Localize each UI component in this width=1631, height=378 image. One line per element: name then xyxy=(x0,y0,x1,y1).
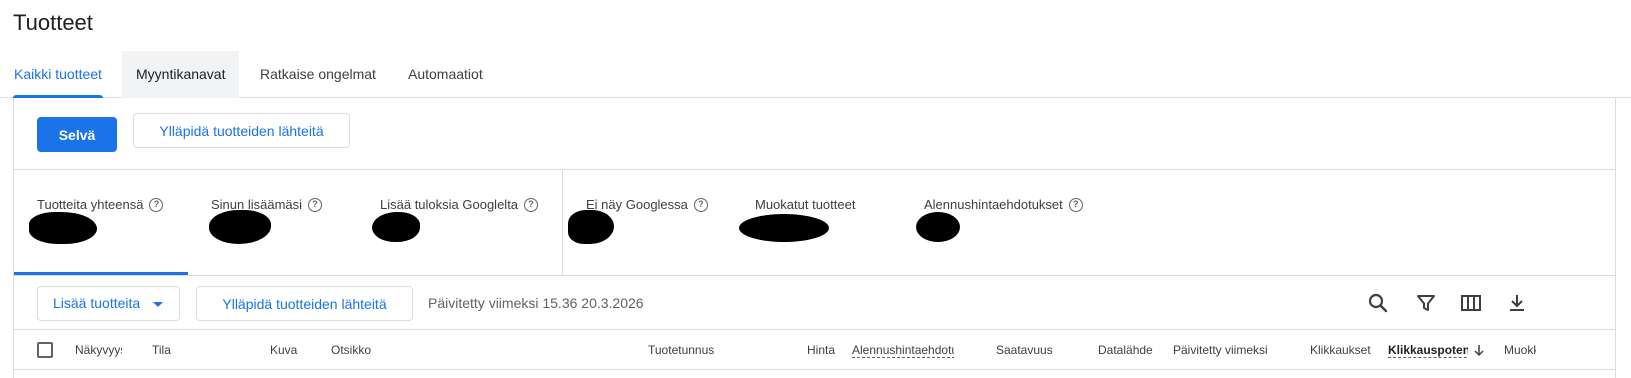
select-all-checkbox[interactable] xyxy=(37,342,53,358)
add-products-dropdown[interactable]: Lisää tuotteita xyxy=(37,286,180,321)
column-edit[interactable]: Muokkaa xyxy=(1504,330,1536,370)
products-toolbar: Lisää tuotteita Ylläpidä tuotteiden läht… xyxy=(14,276,1615,330)
stats-row: Tuotteita yhteensä ? Sinun lisäämäsi ? L… xyxy=(14,170,1615,276)
stat-discount-suggestions[interactable]: Alennushintaehdotukset ? xyxy=(916,170,1094,276)
stat-label: Alennushintaehdotukset xyxy=(924,197,1063,212)
stat-total-products[interactable]: Tuotteita yhteensä ? xyxy=(29,170,187,276)
column-status[interactable]: Tila xyxy=(152,330,212,370)
stat-label: Lisää tuloksia Googlelta xyxy=(380,197,519,212)
stat-added-by-you[interactable]: Sinun lisäämäsi ? xyxy=(209,170,361,276)
column-discount-suggestions[interactable]: Alennushintaehdotukset xyxy=(852,330,954,370)
column-product-id[interactable]: Tuotetunnus xyxy=(648,330,738,370)
help-icon[interactable]: ? xyxy=(149,197,164,212)
tab-fix-issues[interactable]: Ratkaise ongelmat xyxy=(246,51,390,98)
stat-label: Tuotteita yhteensä xyxy=(37,197,144,212)
got-it-button[interactable]: Selvä xyxy=(37,117,117,152)
tab-automations[interactable]: Automaatiot xyxy=(394,51,497,98)
help-icon[interactable]: ? xyxy=(693,197,708,212)
help-icon[interactable]: ? xyxy=(308,197,323,212)
stat-edited-products[interactable]: Muokatut tuotteet xyxy=(739,170,895,276)
stat-label: Sinun lisäämäsi xyxy=(211,197,303,212)
column-visibility[interactable]: Näkyvyys xyxy=(75,330,122,370)
last-updated-text: Päivitetty viimeksi 15.36 20.3.2026 xyxy=(428,295,644,311)
redacted-value xyxy=(209,210,271,244)
redacted-value xyxy=(372,212,420,242)
help-icon[interactable]: ? xyxy=(1068,197,1083,212)
redacted-value xyxy=(29,212,97,244)
column-clicks[interactable]: Klikkaukset xyxy=(1310,330,1380,370)
column-last-updated[interactable]: Päivitetty viimeksi xyxy=(1173,330,1293,370)
products-panel: Selvä Ylläpidä tuotteiden lähteitä Tuott… xyxy=(13,98,1616,378)
top-actions: Selvä Ylläpidä tuotteiden lähteitä xyxy=(14,98,1615,170)
redacted-value xyxy=(916,212,960,242)
stat-label: Ei näy Googlessa xyxy=(586,197,688,212)
add-products-label: Lisää tuotteita xyxy=(53,295,141,311)
redacted-value xyxy=(739,214,829,242)
stat-underline xyxy=(14,272,188,275)
column-title[interactable]: Otsikko xyxy=(331,330,411,370)
column-click-potential[interactable]: Klikkauspotentiaali xyxy=(1388,330,1468,370)
download-icon[interactable] xyxy=(1505,291,1529,315)
column-availability[interactable]: Saatavuus xyxy=(996,330,1076,370)
products-table-header: Näkyvyys Tila Kuva Otsikko Tuotetunnus H… xyxy=(14,330,1615,370)
tab-bar: Kaikki tuotteet Myyntikanavat Ratkaise o… xyxy=(0,51,1631,98)
filter-icon[interactable] xyxy=(1414,291,1438,315)
help-icon[interactable]: ? xyxy=(524,197,539,212)
column-data-source[interactable]: Datalähde xyxy=(1098,330,1178,370)
columns-icon[interactable] xyxy=(1459,291,1483,315)
column-image[interactable]: Kuva xyxy=(270,330,310,370)
column-price[interactable]: Hinta xyxy=(807,330,847,370)
manage-sources-button[interactable]: Ylläpidä tuotteiden lähteitä xyxy=(133,113,350,148)
tab-all-products[interactable]: Kaikki tuotteet xyxy=(0,51,116,98)
page-title: Tuotteet xyxy=(13,10,93,35)
tab-sales-channels[interactable]: Myyntikanavat xyxy=(122,51,240,98)
caret-down-icon xyxy=(153,302,163,307)
manage-sources-toolbar-button[interactable]: Ylläpidä tuotteiden lähteitä xyxy=(196,286,413,321)
arrow-down-icon[interactable] xyxy=(1472,343,1486,357)
stat-label: Muokatut tuotteet xyxy=(755,197,856,212)
stat-more-from-google[interactable]: Lisää tuloksia Googlelta ? xyxy=(372,170,550,276)
redacted-value xyxy=(568,210,614,244)
search-icon[interactable] xyxy=(1366,291,1390,315)
stat-not-visible-on-google[interactable]: Ei näy Googlessa ? xyxy=(568,170,726,276)
stats-divider xyxy=(562,170,563,276)
